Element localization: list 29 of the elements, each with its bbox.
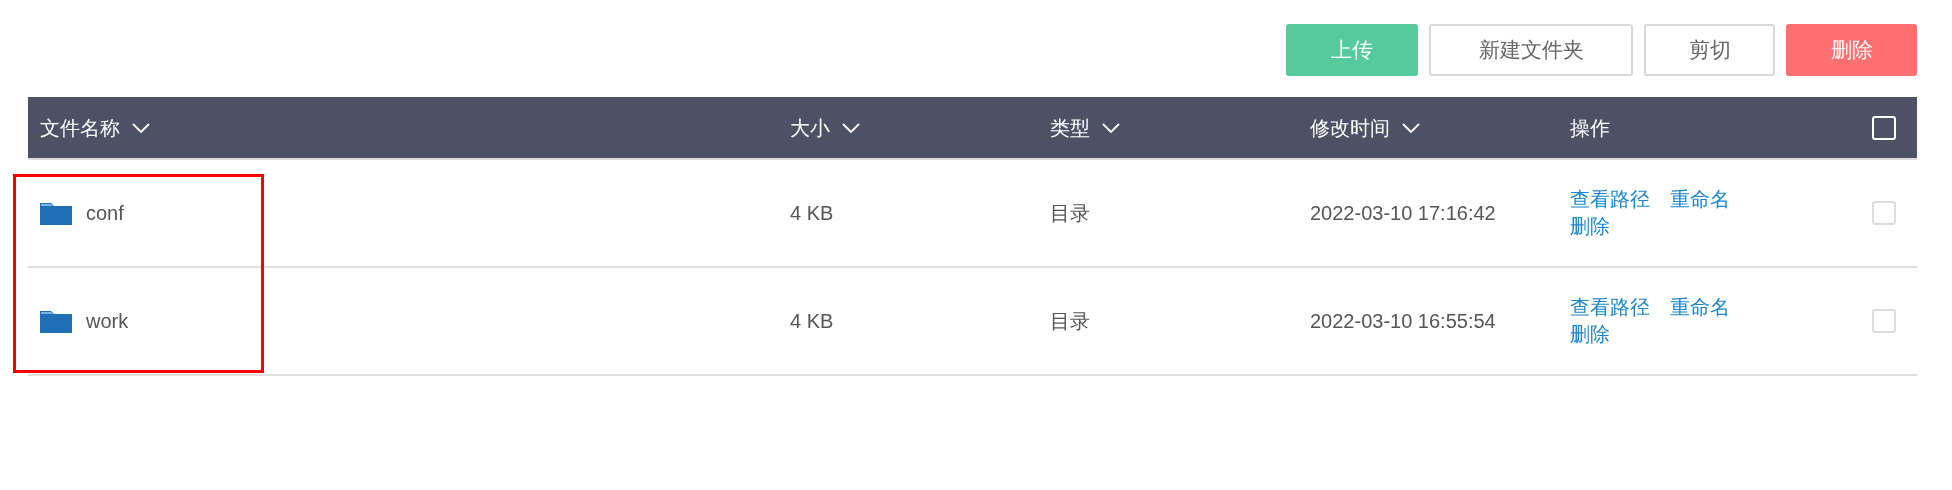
table-cell-text: 2022-03-10 17:16:42 <box>1310 201 1496 226</box>
chevron-down-icon <box>842 122 860 133</box>
column-header[interactable]: 大小 <box>790 112 1050 143</box>
action-link[interactable]: 重命名 <box>1670 294 1730 321</box>
folder-icon <box>40 201 72 225</box>
column-header: 操作 <box>1570 115 1611 141</box>
folder-icon <box>40 309 72 333</box>
table-cell-text: 目录 <box>1050 309 1090 334</box>
chevron-down-icon <box>132 122 150 133</box>
toolbar-button[interactable]: 新建文件夹 <box>1429 24 1633 76</box>
checkbox[interactable] <box>1871 201 1896 225</box>
action-link[interactable]: 重命名 <box>1670 186 1730 213</box>
action-link[interactable]: 删除 <box>1570 321 1610 348</box>
table-cell-text: 4 KB <box>790 201 834 226</box>
checkbox[interactable] <box>1871 309 1896 333</box>
action-link[interactable]: 查看路径 <box>1570 294 1650 321</box>
action-link[interactable]: 查看路径 <box>1570 186 1650 213</box>
column-header[interactable]: 文件名称 <box>28 112 790 143</box>
file-name[interactable]: conf <box>86 198 124 228</box>
chevron-down-icon <box>1402 122 1420 133</box>
file-name[interactable]: work <box>86 306 129 336</box>
column-header[interactable]: 修改时间 <box>1310 112 1570 143</box>
toolbar-button[interactable]: 剪切 <box>1644 24 1775 76</box>
table-cell-text: 目录 <box>1050 201 1090 226</box>
table-cell-text: 4 KB <box>790 309 834 334</box>
chevron-down-icon <box>1102 122 1120 133</box>
action-link[interactable]: 删除 <box>1570 213 1610 240</box>
table-cell-text: 2022-03-10 16:55:54 <box>1310 309 1496 334</box>
column-header[interactable]: 类型 <box>1050 112 1310 143</box>
